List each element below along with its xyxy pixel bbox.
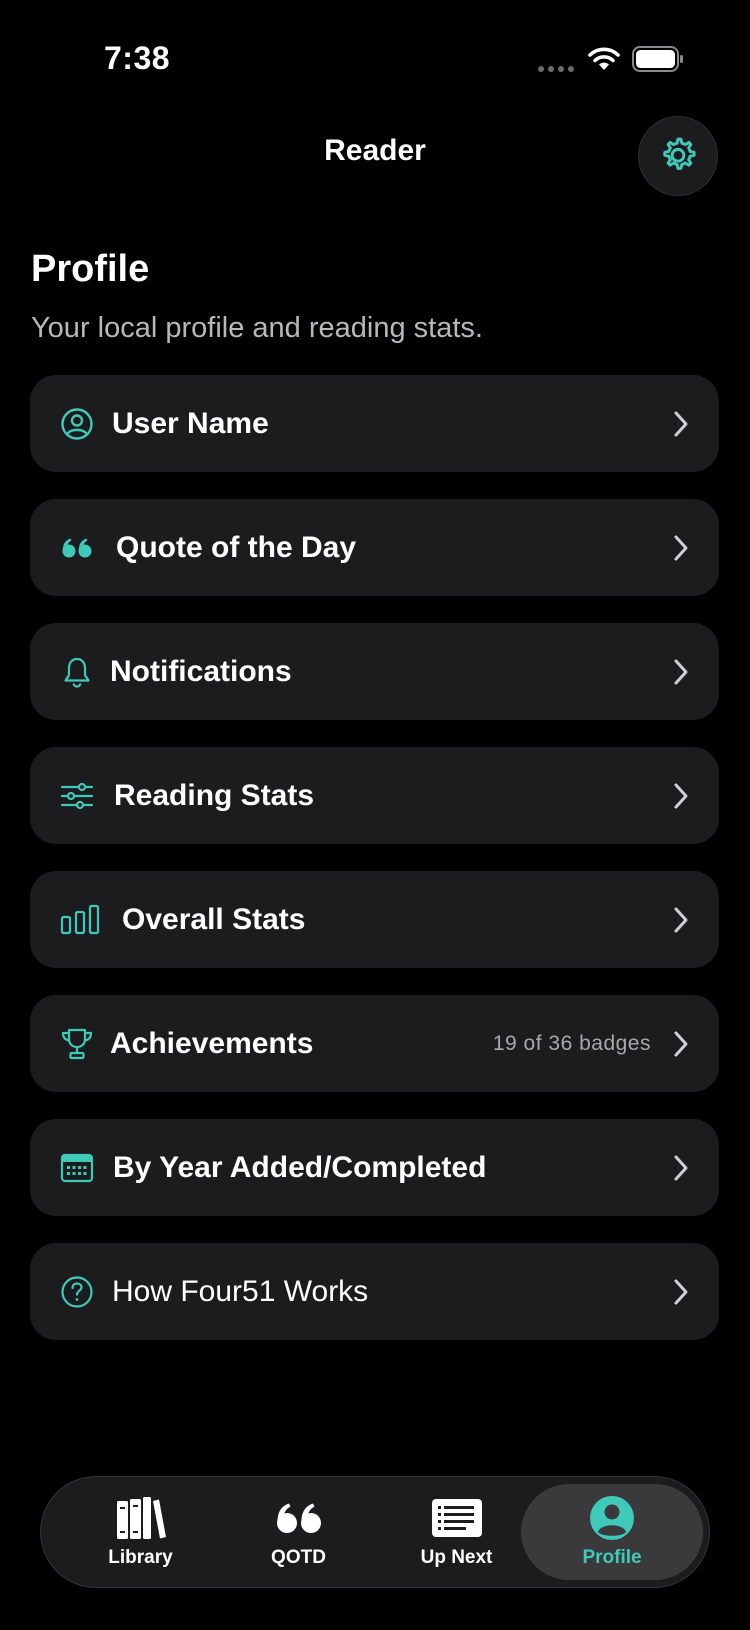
chevron-right-icon	[674, 1155, 688, 1180]
trophy-icon	[60, 1027, 94, 1061]
menu-row-label: Achievements	[110, 1026, 314, 1060]
menu-row-notifications[interactable]: Notifications	[30, 623, 719, 720]
tab-label: Up Next	[420, 1546, 493, 1568]
menu-row-label: User Name	[112, 406, 269, 440]
tab-library[interactable]: Library	[63, 1477, 218, 1586]
person-circle-icon	[60, 407, 94, 441]
chevron-right-icon	[674, 1031, 688, 1056]
menu-row-label: Reading Stats	[114, 778, 315, 812]
menu-row-label: Quote of the Day	[116, 530, 357, 564]
menu-row-reading-stats[interactable]: Reading Stats	[30, 747, 719, 844]
wifi-icon	[588, 47, 620, 70]
chevron-right-icon	[674, 1279, 688, 1304]
chevron-right-icon	[674, 411, 688, 436]
cellular-signal-icon	[538, 66, 574, 72]
question-circle-icon	[60, 1275, 94, 1309]
menu-row-label: Notifications	[110, 654, 292, 688]
tab-bar: Library QOTD Up Next Profile	[40, 1476, 710, 1588]
menu-row-quote-of-the-day[interactable]: Quote of the Day	[30, 499, 719, 596]
page-subtitle: Your local profile and reading stats.	[31, 312, 483, 344]
page-title: Profile	[31, 248, 150, 290]
books-icon	[116, 1496, 166, 1539]
menu-row-achievements[interactable]: Achievements 19 of 36 badges	[30, 995, 719, 1092]
menu-row-label: By Year Added/Completed	[113, 1150, 487, 1184]
bar-chart-icon	[60, 903, 104, 937]
bell-icon	[60, 655, 94, 689]
menu-row-by-year[interactable]: By Year Added/Completed	[30, 1119, 719, 1216]
menu-row-user-name[interactable]: User Name	[30, 375, 719, 472]
menu-row-label: Overall Stats	[122, 902, 306, 936]
tab-up-next[interactable]: Up Next	[379, 1477, 534, 1586]
chevron-right-icon	[674, 783, 688, 808]
list-icon	[431, 1498, 482, 1537]
sliders-icon	[60, 779, 94, 813]
tab-profile[interactable]: Profile	[521, 1484, 703, 1580]
achievements-badge-count: 19 of 36 badges	[492, 1031, 651, 1055]
calendar-icon	[60, 1151, 94, 1185]
quote-icon	[276, 1503, 321, 1533]
person-circle-icon	[590, 1496, 634, 1540]
menu-row-overall-stats[interactable]: Overall Stats	[30, 871, 719, 968]
quote-icon	[60, 531, 94, 565]
tab-label: QOTD	[271, 1546, 326, 1568]
menu-row-label: How Four51 Works	[112, 1274, 369, 1308]
chevron-right-icon	[674, 907, 688, 932]
status-bar: 7:38	[0, 0, 750, 120]
menu-row-how-it-works[interactable]: How Four51 Works	[30, 1243, 719, 1340]
chevron-right-icon	[674, 659, 688, 684]
settings-button[interactable]	[638, 116, 718, 196]
tab-label: Library	[108, 1546, 173, 1568]
gear-icon	[663, 137, 696, 170]
status-time: 7:38	[104, 40, 171, 76]
tab-label: Profile	[582, 1547, 642, 1568]
profile-menu: User Name Quote of the Day Notifications	[30, 375, 719, 1367]
chevron-right-icon	[674, 535, 688, 560]
tab-qotd[interactable]: QOTD	[221, 1477, 376, 1586]
battery-icon	[632, 46, 683, 72]
